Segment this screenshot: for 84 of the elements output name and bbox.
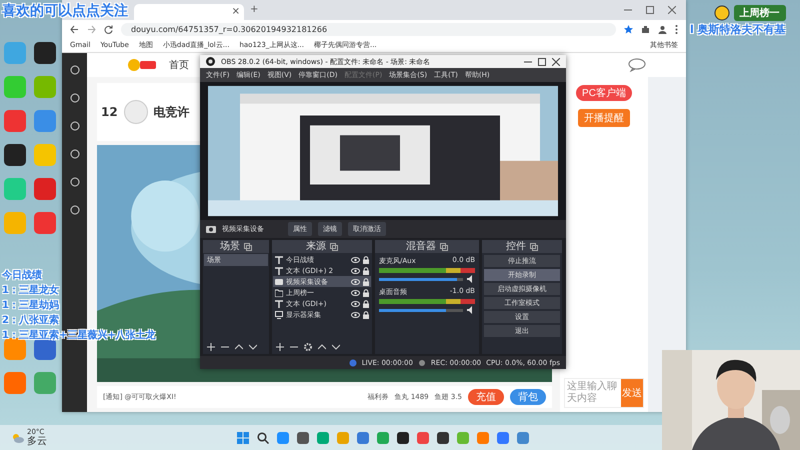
chat-bubble-icon[interactable] [628, 58, 646, 72]
sidebar-icon[interactable] [70, 205, 80, 215]
obs-logo-icon [206, 57, 215, 66]
address-field[interactable]: douyu.com/64751357_r=0.30620194932181266 [121, 22, 616, 36]
eye-icon[interactable] [351, 256, 360, 262]
eye-icon[interactable] [351, 312, 360, 318]
up-icon[interactable] [318, 343, 326, 351]
volume-slider[interactable] [379, 308, 463, 312]
record-indicator-icon [418, 358, 426, 366]
folder-icon [275, 288, 283, 296]
speaker-icon[interactable] [467, 275, 475, 283]
add-icon[interactable] [276, 343, 284, 351]
app-icon[interactable] [4, 144, 26, 166]
add-icon[interactable] [207, 343, 215, 351]
dock-title: 场景 [220, 240, 240, 252]
sidebar-icon[interactable] [70, 177, 80, 187]
down-icon[interactable] [332, 343, 340, 351]
eye-icon[interactable] [351, 290, 360, 296]
avatar-icon [124, 100, 148, 124]
puzzle-icon[interactable] [641, 24, 650, 34]
start-icon[interactable] [237, 432, 249, 444]
weekly-title: 上周榜一 [734, 5, 786, 21]
new-tab-button[interactable]: + [250, 3, 258, 17]
record-line: 1：三星龙女 [2, 284, 60, 297]
settings-icon[interactable] [304, 343, 312, 351]
eye-icon[interactable] [351, 268, 360, 274]
text-source-icon [275, 300, 283, 308]
record-line: 2：八张亚索 [2, 314, 60, 327]
lock-icon[interactable] [363, 288, 369, 296]
close-tab-button[interactable]: × [232, 5, 240, 19]
logo-icon[interactable] [127, 58, 157, 72]
streamer-name: 电竞许 [154, 104, 190, 120]
undock-icon[interactable] [530, 242, 538, 250]
lock-icon[interactable] [363, 256, 369, 264]
maximize-icon[interactable] [646, 6, 654, 14]
app-icon[interactable] [397, 432, 409, 444]
sidebar-icon[interactable] [70, 65, 80, 75]
eye-icon[interactable] [351, 278, 360, 284]
text-source-icon [275, 256, 283, 264]
close-icon[interactable] [668, 6, 676, 14]
eye-icon[interactable] [351, 300, 360, 306]
weekly-top-name: l 奥斯特洛夫不有基 [690, 22, 786, 37]
lock-icon[interactable] [363, 300, 369, 308]
undock-icon[interactable] [244, 242, 252, 250]
sidebar-icon[interactable] [70, 93, 80, 103]
undock-icon[interactable] [440, 242, 448, 250]
live-indicator-icon [348, 358, 357, 366]
search-icon[interactable] [257, 432, 269, 444]
sidebar-icon[interactable] [70, 121, 80, 131]
star-icon[interactable] [624, 24, 633, 34]
undock-icon[interactable] [330, 242, 338, 250]
up-icon[interactable] [235, 343, 243, 351]
sidebar-icon[interactable] [70, 149, 80, 159]
camera-icon [206, 225, 216, 233]
nav-link[interactable]: 首页 [169, 58, 189, 72]
app-icon[interactable] [297, 432, 309, 444]
app-icon[interactable] [34, 42, 56, 64]
maximize-icon[interactable] [538, 58, 546, 66]
dock-title: 来源 [306, 240, 326, 252]
volume-slider[interactable] [379, 278, 463, 280]
dock-title: 混音器 [406, 240, 436, 252]
reload-icon[interactable] [104, 24, 113, 34]
app-icon[interactable] [437, 432, 449, 444]
monitor-icon [275, 310, 283, 318]
lock-icon[interactable] [363, 266, 369, 274]
lock-icon[interactable] [363, 310, 369, 318]
down-icon[interactable] [249, 343, 257, 351]
speaker-icon[interactable] [467, 306, 475, 314]
sun-icon [712, 4, 731, 22]
weather-icon [12, 432, 24, 442]
text-source-icon [275, 266, 283, 274]
dock-title: 控件 [506, 240, 526, 252]
record-line: 1：三星劫妈 [2, 298, 60, 312]
profile-icon[interactable] [658, 24, 667, 34]
record-title: 今日战绩 [2, 268, 43, 282]
weather-text: 多云 [27, 436, 47, 447]
back-icon[interactable] [70, 24, 79, 34]
menu-icon[interactable] [675, 24, 678, 34]
level-number: 12 [101, 105, 118, 119]
lock-icon[interactable] [363, 278, 369, 286]
browser-tab[interactable]: × [134, 4, 244, 20]
close-icon[interactable] [552, 58, 560, 66]
camera-icon [275, 278, 283, 286]
pc-client-button[interactable]: PC客户端 [576, 85, 632, 101]
